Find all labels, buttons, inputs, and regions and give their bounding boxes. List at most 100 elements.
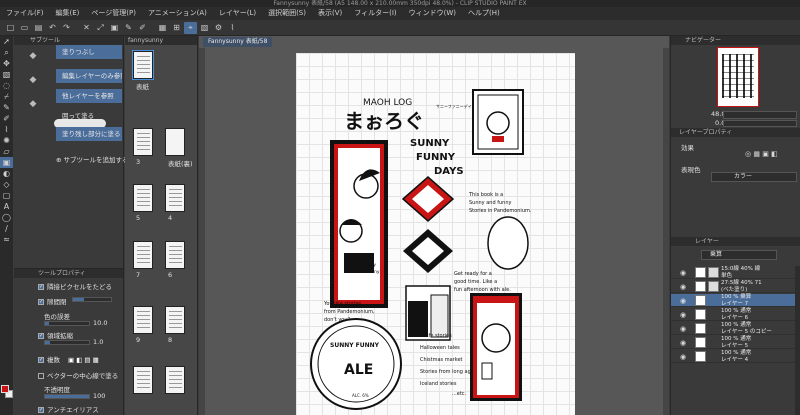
checkbox-icon[interactable]: ✓ xyxy=(38,333,44,339)
menu-item[interactable]: 選択範囲(S) xyxy=(262,7,312,20)
color-margin-slider[interactable] xyxy=(44,321,90,326)
fill-icon[interactable]: ▣ xyxy=(108,22,121,34)
menu-item[interactable]: ヘルプ(H) xyxy=(462,7,506,20)
main-color[interactable] xyxy=(1,385,9,393)
page-thumbnail[interactable] xyxy=(165,241,185,269)
canvas-page[interactable]: MAOH LOG まぉろぐ サニーファニーデイズ SUNNY FUNNY DAY… xyxy=(296,53,575,415)
snap-icon[interactable]: ⌖ xyxy=(184,21,197,34)
menu-item[interactable]: ファイル(F) xyxy=(0,7,50,20)
tone-effect-icon[interactable]: ▦ xyxy=(753,150,760,158)
layer-row[interactable]: ◉ 100 % 通常 レイヤー 5 のコピー xyxy=(671,322,795,335)
paint-tool-group-icon[interactable]: ◆ xyxy=(14,45,52,67)
ruler-icon[interactable]: ⊞ xyxy=(170,22,183,34)
visibility-eye-icon[interactable]: ◉ xyxy=(680,325,686,333)
layer-row[interactable]: ◉ 100 % 通常 レイヤー 4 xyxy=(671,350,795,363)
pen-icon[interactable]: ✎ xyxy=(0,102,13,113)
multi-reference-option[interactable]: ✓ 複数 ▣ ◧ ▤ ▦ xyxy=(38,354,99,364)
open-icon[interactable]: ▭ xyxy=(18,22,31,34)
page-thumbnail[interactable] xyxy=(165,306,185,334)
menu-item[interactable]: アニメーション(A) xyxy=(142,7,213,20)
pen-icon[interactable]: ✎ xyxy=(122,22,135,34)
subtool-edit-layer-only[interactable]: 編集レイヤーのみ参照 xyxy=(56,69,122,83)
blend-mode-select[interactable]: 乗算 xyxy=(701,250,777,260)
page-thumbnail[interactable] xyxy=(133,184,153,212)
canvas-vertical-scrollbar[interactable] xyxy=(199,48,205,415)
effect-buttons[interactable]: ◎ ▦ ▣ ◧ xyxy=(745,150,797,160)
grid-icon[interactable]: ▦ xyxy=(156,22,169,34)
clear-icon[interactable]: ✕ xyxy=(80,22,93,34)
adjacent-pixel-option[interactable]: ✓ 隣接ピクセルをたどる xyxy=(38,281,112,291)
area-scaling-slider[interactable] xyxy=(44,340,90,345)
visibility-eye-icon[interactable]: ◉ xyxy=(680,283,686,291)
page-thumbnail[interactable] xyxy=(165,184,185,212)
page-panel-tab[interactable]: fannysunny xyxy=(125,36,197,45)
visibility-eye-icon[interactable]: ◉ xyxy=(680,353,686,361)
visibility-eye-icon[interactable]: ◉ xyxy=(680,269,686,277)
eraser-icon[interactable]: ▱ xyxy=(0,146,13,157)
layer-scrollbar[interactable] xyxy=(795,266,800,415)
transform-icon[interactable]: ⤢ xyxy=(94,22,107,34)
paint-tool-group-icon[interactable]: ◆ xyxy=(14,93,52,115)
pencil-icon[interactable]: ✐ xyxy=(136,22,149,34)
visibility-eye-icon[interactable]: ◉ xyxy=(680,339,686,347)
figure-icon[interactable]: ◇ xyxy=(0,179,13,190)
menu-item[interactable]: フィルター(I) xyxy=(348,7,402,20)
color-swatch[interactable] xyxy=(1,385,13,399)
fill-icon[interactable]: ▣ xyxy=(0,157,13,168)
layer-row[interactable]: ◉ 27:5線 40% 71 (ベた塗り) xyxy=(671,280,795,293)
gap-close-option[interactable]: ✓ 隙間閉 xyxy=(38,296,67,306)
add-subtool-button[interactable]: ⊕ サブツールを追加する xyxy=(56,154,129,164)
frame-icon[interactable]: ▢ xyxy=(0,190,13,201)
checkbox-icon[interactable]: ✓ xyxy=(38,284,44,290)
antialias-option[interactable]: ✓ アンチエイリアス xyxy=(38,404,99,414)
airbrush-icon[interactable]: ✺ xyxy=(0,135,13,146)
color-margin-value[interactable]: 10.0 xyxy=(93,319,107,327)
page-thumbnail[interactable] xyxy=(133,128,153,156)
page-thumbnail[interactable] xyxy=(133,241,153,269)
menu-item[interactable]: レイヤー(L) xyxy=(213,7,262,20)
checkbox-icon[interactable]: ✓ xyxy=(38,407,44,413)
checkbox-icon[interactable]: ✓ xyxy=(38,357,44,363)
move-icon[interactable]: ✥ xyxy=(0,58,13,69)
save-icon[interactable]: ▤ xyxy=(32,22,45,34)
reference-mode-icon[interactable]: ▣ ◧ ▤ ▦ xyxy=(68,356,99,364)
page-thumbnail[interactable] xyxy=(165,366,185,394)
menu-item[interactable]: ウィンドウ(W) xyxy=(403,7,462,20)
layer-row[interactable]: ◉ 15:0線 40% 線単色 xyxy=(671,266,795,279)
vector-center-option[interactable]: ベクターの中心線で塗る xyxy=(38,370,118,380)
blend-icon[interactable]: ≈ xyxy=(0,234,13,245)
pointer-icon[interactable]: ➚ xyxy=(0,36,13,47)
gap-close-slider[interactable] xyxy=(72,297,112,302)
text-icon[interactable]: A xyxy=(0,201,13,212)
visibility-eye-icon[interactable]: ◉ xyxy=(680,297,686,305)
page-thumbnail[interactable] xyxy=(165,128,185,156)
zoom-icon[interactable]: ⌕ xyxy=(0,47,13,58)
gradient-icon[interactable]: ◐ xyxy=(0,168,13,179)
checkbox-icon[interactable] xyxy=(38,373,44,379)
brush-icon[interactable]: ⌇ xyxy=(0,124,13,135)
subtool-fill-gaps[interactable]: 塗り残し部分に塗る xyxy=(56,127,122,141)
new-icon[interactable]: □ xyxy=(4,22,17,34)
page-thumbnail[interactable] xyxy=(132,50,154,80)
menu-item[interactable]: ページ管理(P) xyxy=(85,7,142,20)
navigator-preview[interactable] xyxy=(717,47,759,107)
area-scaling-option[interactable]: ✓ 領域拡縮 xyxy=(38,330,73,340)
redo-icon[interactable]: ↷ xyxy=(60,22,73,34)
rotate-slider[interactable] xyxy=(723,120,797,127)
checkbox-icon[interactable]: ✓ xyxy=(38,299,44,305)
balloon-icon[interactable]: ◯ xyxy=(0,212,13,223)
border-effect-icon[interactable]: ◎ xyxy=(745,150,751,158)
opacity-value[interactable]: 100 xyxy=(93,392,105,400)
opacity-slider[interactable] xyxy=(44,394,90,399)
canvas-right-scrollbar[interactable] xyxy=(663,48,669,415)
expression-color-select[interactable]: カラー xyxy=(711,172,797,182)
menu-item[interactable]: 編集(E) xyxy=(50,7,86,20)
page-thumbnail[interactable] xyxy=(133,306,153,334)
eyedropper-icon[interactable]: ⌿ xyxy=(0,91,13,102)
subtool-refer-other-layers[interactable]: 他レイヤーを参照 xyxy=(56,89,122,103)
layer-row[interactable]: ◉ 100 % 通常 レイヤー 5 xyxy=(671,336,795,349)
page-thumbnail[interactable] xyxy=(133,366,153,394)
line-icon[interactable]: ∕ xyxy=(0,223,13,234)
menu-item[interactable]: 表示(V) xyxy=(312,7,348,20)
layer-row[interactable]: ◉ 100 % 乗算 レイヤー 7 xyxy=(671,294,795,307)
